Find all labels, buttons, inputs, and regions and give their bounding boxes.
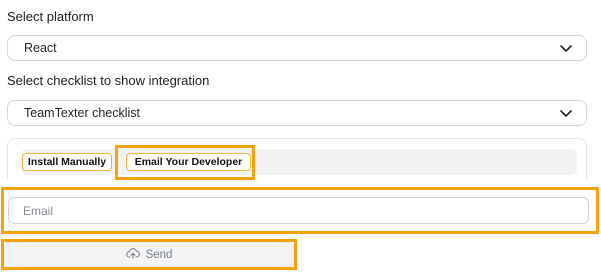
send-button-label: Send xyxy=(145,248,173,261)
platform-selected-value: React xyxy=(24,41,57,55)
email-input[interactable] xyxy=(8,197,589,224)
tab-install-manually[interactable]: Install Manually xyxy=(22,153,112,171)
tab-bar: Install Manually Email Your Developer xyxy=(21,149,577,175)
integration-panel: Install Manually Email Your Developer xyxy=(7,138,587,180)
platform-select[interactable]: React xyxy=(7,35,587,61)
cloud-upload-icon xyxy=(125,247,140,262)
checklist-select[interactable]: TeamTexter checklist xyxy=(7,100,587,126)
checklist-selected-value: TeamTexter checklist xyxy=(24,106,141,120)
checklist-label: Select checklist to show integration xyxy=(7,73,210,88)
send-button[interactable]: Send xyxy=(4,242,294,267)
tab-email-your-developer[interactable]: Email Your Developer xyxy=(126,153,251,171)
chevron-down-icon xyxy=(559,106,573,120)
platform-label: Select platform xyxy=(7,9,94,24)
chevron-down-icon xyxy=(559,41,573,55)
